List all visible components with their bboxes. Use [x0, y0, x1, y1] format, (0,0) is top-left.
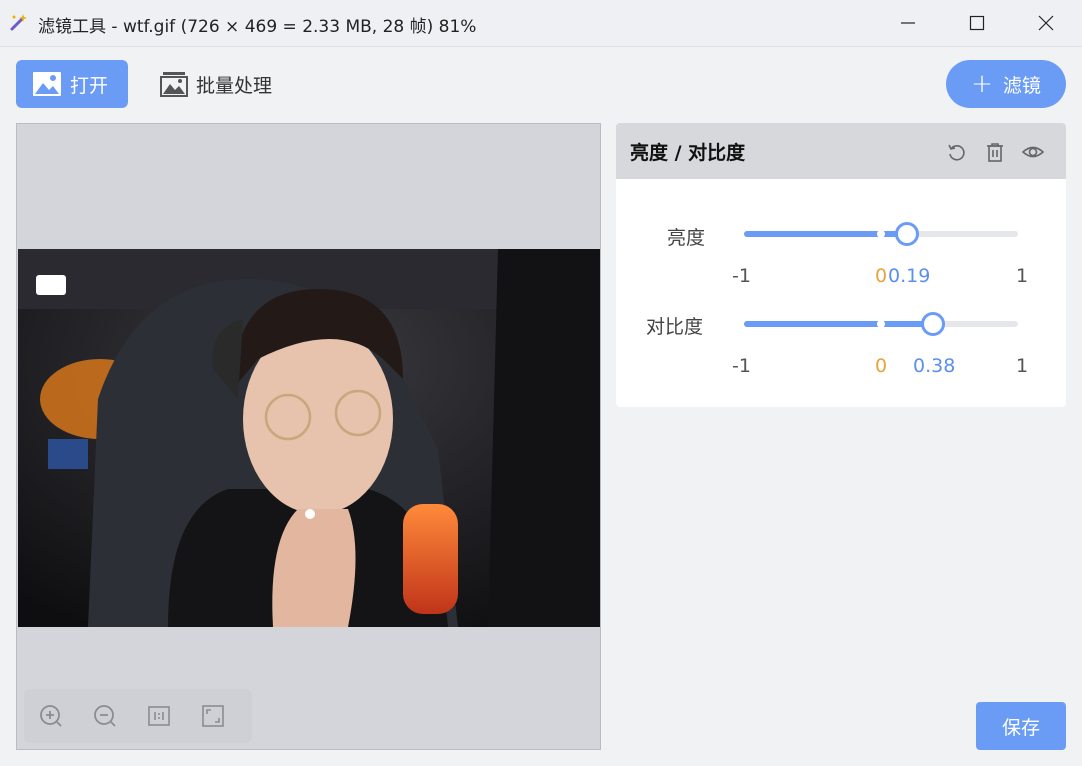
image-preview-panel[interactable]: [16, 123, 601, 750]
actual-size-button[interactable]: [132, 689, 186, 743]
contrast-label: 对比度: [646, 316, 704, 338]
zoom-toolbar: [24, 689, 252, 743]
contrast-max: 1: [1016, 355, 1029, 377]
zoom-out-button[interactable]: [78, 689, 132, 743]
magic-wand-icon: [10, 14, 27, 31]
maximize-button[interactable]: [943, 0, 1011, 46]
brightness-thumb[interactable]: [895, 222, 919, 246]
reset-icon[interactable]: [946, 141, 968, 163]
add-filter-button[interactable]: + 滤镜: [946, 60, 1066, 108]
contrast-fill: [744, 321, 934, 327]
zoom-out-icon: [94, 705, 116, 727]
brightness-zero-marker: [877, 230, 885, 238]
eye-icon[interactable]: [1022, 141, 1044, 163]
zoom-in-button[interactable]: [24, 689, 78, 743]
open-label: 打开: [70, 74, 109, 97]
zoom-in-icon: [40, 705, 62, 727]
trash-icon[interactable]: [984, 141, 1006, 163]
preview-image[interactable]: [18, 249, 600, 627]
minimize-icon: [901, 22, 915, 24]
batch-label: 批量处理: [196, 74, 273, 97]
contrast-thumb[interactable]: [921, 312, 945, 336]
close-button[interactable]: [1012, 0, 1080, 46]
contrast-zero-marker: [877, 320, 885, 328]
filter-title: 亮度 / 对比度: [630, 141, 746, 164]
save-label: 保存: [1001, 716, 1040, 739]
contrast-min: -1: [732, 355, 751, 377]
fit-window-button[interactable]: [186, 689, 240, 743]
plus-icon: +: [971, 69, 993, 99]
title-bar: 滤镜工具 - wtf.gif (726 × 469 = 2.33 MB, 28 …: [0, 0, 1082, 47]
add-filter-label: 滤镜: [1002, 74, 1041, 97]
card-header: 亮度 / 对比度: [616, 123, 1066, 179]
brightness-zero: 0: [875, 265, 888, 287]
minimize-button[interactable]: [874, 0, 942, 46]
image-icon: [33, 72, 61, 96]
window-title: 滤镜工具 - wtf.gif (726 × 469 = 2.33 MB, 28 …: [38, 17, 477, 37]
close-icon: [1038, 15, 1054, 31]
contrast-value: 0.38: [913, 355, 956, 377]
maximize-icon: [969, 15, 985, 31]
actual-size-icon: [148, 706, 170, 726]
contrast-zero: 0: [875, 355, 888, 377]
save-button[interactable]: 保存: [976, 702, 1066, 750]
fit-window-icon: [202, 705, 224, 727]
brightness-contrast-card: 亮度 / 对比度 亮度 -1 0 0.19 1 对比度 -1 0 0.38 1: [616, 123, 1066, 407]
brightness-min: -1: [732, 265, 751, 287]
brightness-label: 亮度: [667, 227, 706, 249]
brightness-max: 1: [1016, 265, 1029, 287]
open-button[interactable]: 打开: [16, 60, 128, 108]
brightness-value: 0.19: [888, 265, 931, 287]
images-stack-icon: [160, 72, 188, 97]
batch-process-button[interactable]: 批量处理: [160, 60, 300, 108]
